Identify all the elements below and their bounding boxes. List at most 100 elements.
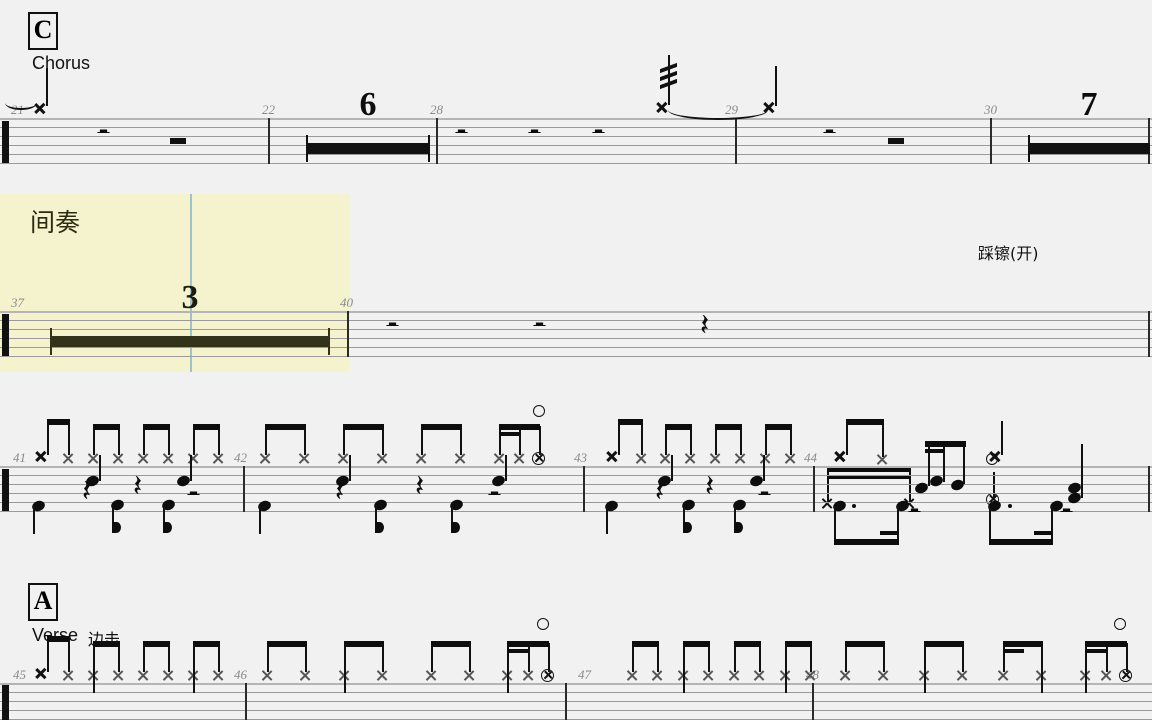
note-stem [618,421,620,455]
note-stem [1081,444,1083,498]
quarter-rest[interactable]: 𝄼 [528,117,541,151]
barline[interactable] [436,118,438,164]
crash-cymbal-notehead[interactable] [34,667,47,680]
system-2[interactable]: 间奏 踩镲(开) 37 40 3 𝄼 𝄼 𝄽 [0,185,1152,506]
quarter-rest[interactable]: 𝄼 [455,117,468,151]
beam [924,641,964,647]
system-4[interactable]: A Verse 边击 45 46 47 48 [0,575,1152,720]
system-3[interactable]: 41 42 43 44 𝄽 𝄽 𝄼 𝄽 𝄽 𝄼 𝄽 𝄽 𝄼 𝄼 𝄼 [0,400,1152,570]
note-stem [499,426,501,455]
barline[interactable] [268,118,270,164]
note-stem [460,426,462,455]
note-stem [431,643,433,672]
note-stem [193,426,195,455]
measure-number: 47 [578,667,591,682]
crash-cymbal-notehead[interactable] [34,450,47,463]
note-stem [349,455,351,481]
note-stem [33,506,35,534]
eighth-rest[interactable]: 𝄽 [700,311,709,341]
tom-notehead[interactable] [928,474,945,488]
score-canvas[interactable]: C Chorus 21 22 28 29 30 𝄼 6 𝄼 𝄼 𝄼 𝄼 7 间奏… [0,0,1152,720]
barline[interactable] [347,311,349,357]
multi-measure-rest-3[interactable]: 3 [50,279,330,361]
rehearsal-mark-c[interactable]: C [28,12,58,50]
beam [1085,649,1107,653]
eighth-rest[interactable]: 𝄽 [705,472,714,502]
barline[interactable] [565,683,567,720]
note-stem [632,643,634,672]
note-stem [962,643,964,672]
beam [1034,531,1053,535]
note-stem [168,643,170,672]
augmentation-dot [852,504,856,508]
barline[interactable] [243,466,245,512]
multi-measure-rest-7[interactable]: 7 [1028,86,1150,168]
barline[interactable] [1148,466,1150,512]
note-stem [304,426,306,455]
note-stem [708,643,710,672]
barline[interactable] [735,118,737,164]
eighth-rest[interactable]: 𝄽 [133,472,142,502]
rehearsal-mark-a[interactable]: A [28,583,58,621]
note-stem [734,643,736,672]
quarter-rest[interactable]: 𝄼 [386,310,399,344]
note-stem [963,444,965,484]
note-stem [168,426,170,455]
beam [421,424,462,430]
note-stem [548,643,550,672]
note-stem [46,68,48,106]
barline[interactable] [1148,311,1150,357]
note-stem [218,426,220,455]
measure-number: 28 [430,102,443,117]
crash-cymbal-notehead[interactable] [762,101,775,114]
quarter-rest[interactable]: 𝄼 [1060,496,1073,530]
half-rest[interactable] [170,138,186,144]
crash-cymbal-notehead[interactable] [988,450,1001,463]
barline[interactable] [583,466,585,512]
measure-number: 46 [234,667,247,682]
note-stem [1003,643,1005,672]
quarter-rest[interactable]: 𝄼 [533,310,546,344]
barline[interactable] [990,118,992,164]
multi-rest-bar [1028,143,1150,154]
start-barline [2,314,9,356]
note-stem [846,421,848,455]
beam [1003,649,1024,653]
staff-line [0,692,1152,693]
note-stem [1001,421,1003,455]
beam [618,419,643,425]
quarter-rest[interactable]: 𝄼 [97,117,110,151]
note-stem [763,455,765,481]
multi-measure-rest-6[interactable]: 6 [306,86,430,168]
barline[interactable] [812,683,814,720]
eighth-rest[interactable]: 𝄽 [415,472,424,502]
note-stem [421,426,423,455]
quarter-rest[interactable]: 𝄼 [823,117,836,151]
quarter-rest[interactable]: 𝄼 [592,117,605,151]
system-1[interactable]: C Chorus 21 22 28 29 30 𝄼 6 𝄼 𝄼 𝄼 𝄼 7 [0,0,1152,185]
measure-number: 40 [340,295,353,310]
barline[interactable] [813,466,815,512]
half-rest[interactable] [888,138,904,144]
staff-line [0,701,1152,702]
quarter-rest[interactable]: 𝄼 [187,479,200,513]
beam [343,424,384,430]
multi-rest-cap [428,135,430,162]
barline[interactable] [245,683,247,720]
note-stem [344,643,346,693]
start-barline [2,121,9,163]
crash-cymbal-notehead[interactable] [833,450,846,463]
note-stem [1106,643,1108,672]
section-label-chorus: Chorus [32,53,91,73]
open-hihat-symbol [537,618,549,630]
multi-rest-count: 7 [1080,86,1098,123]
note-stem [382,643,384,672]
staff-line [0,163,1152,164]
crash-cymbal-notehead[interactable] [605,450,618,463]
cymbal-roll-notehead[interactable] [655,101,668,114]
note-stem [539,426,541,455]
multi-rest-bar [306,143,430,154]
quarter-rest[interactable]: 𝄼 [908,496,921,530]
staff-line [0,710,1152,711]
beam [1003,641,1043,647]
